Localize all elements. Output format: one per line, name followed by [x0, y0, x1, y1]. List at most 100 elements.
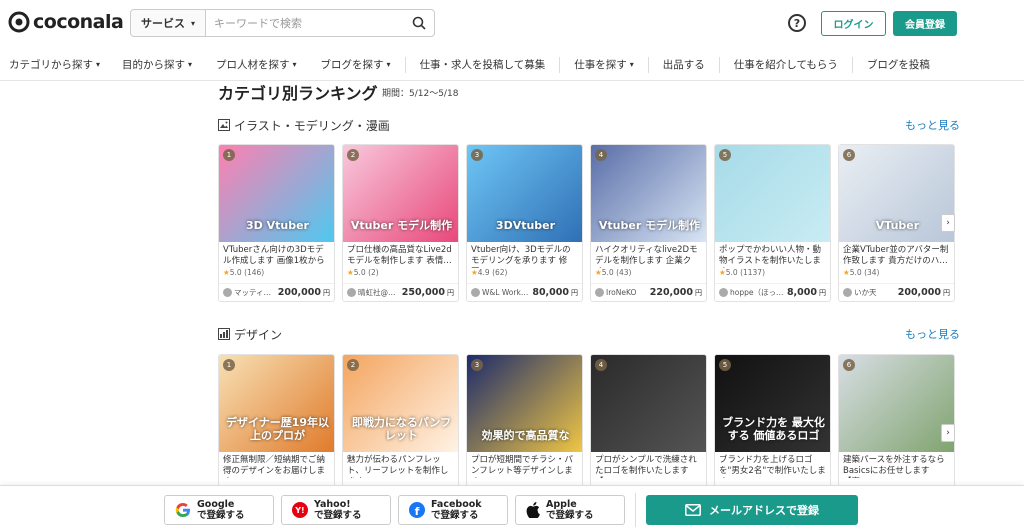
price-value: 200,000	[277, 287, 321, 298]
star-icon: ★	[347, 268, 354, 277]
provider-name: Google	[197, 499, 235, 510]
card-footer: マッティ… 200,000 円	[219, 283, 334, 301]
search-button[interactable]	[404, 10, 434, 36]
nav-item-blog[interactable]: ブログを探す ▾	[321, 49, 391, 80]
rank-badge: 1	[223, 149, 235, 161]
service-thumbnail[interactable]: 6 VTuber	[839, 145, 954, 242]
service-card[interactable]: 5 ポップでかわいい人物・動物イラストを制作いたします…★5.0 (1137) ho…	[714, 144, 831, 302]
search-category-select[interactable]: サービス ▾	[131, 10, 206, 36]
card-footer: IroNeKO 220,000 円	[591, 283, 706, 301]
category-nav: カテゴリから探す ▾ 目的から探す ▾ プロ人材を探す ▾ ブログを探す ▾ 仕事・求人…	[0, 49, 1024, 81]
seller[interactable]: いか天	[843, 287, 898, 298]
provider-name: Apple	[546, 499, 577, 510]
google-icon	[175, 503, 190, 518]
avatar	[843, 288, 852, 297]
service-title[interactable]: 修正無制限／短納期でご納得のデザインをお届けします…	[219, 452, 334, 478]
rating-value: 5.0	[229, 268, 242, 277]
search-icon	[412, 16, 426, 30]
mail-icon	[685, 504, 701, 516]
seller[interactable]: マッティ…	[223, 287, 278, 298]
service-thumbnail[interactable]: 5	[715, 145, 830, 242]
service-title[interactable]: VTuberさん向けの3Dモデル作成します 画像1枚からで…	[219, 242, 334, 268]
more-link[interactable]: もっと見る	[905, 117, 960, 133]
service-title[interactable]: 企業VTuber並のアバター制作致します 貴方だけのハ…	[839, 242, 954, 268]
service-thumbnail[interactable]: 2 Vtuber モデル制作	[343, 145, 458, 242]
price: 250,000 円	[402, 287, 454, 298]
nav-label: プロ人材を探す	[216, 59, 290, 71]
star-icon: ★	[223, 268, 230, 277]
seller[interactable]: IroNeKO	[595, 288, 650, 297]
more-link[interactable]: もっと見る	[905, 326, 960, 342]
service-thumbnail[interactable]: 2 即戦力になるパンフレット	[343, 355, 458, 452]
nav-item-pro[interactable]: プロ人材を探す ▾	[216, 49, 297, 80]
seller-name: いか天	[854, 288, 877, 297]
rating: ★5.0 (43)	[591, 268, 706, 279]
service-title[interactable]: プロ仕様の高品質なLive2dモデルを制作します 表情…	[343, 242, 458, 268]
service-thumbnail[interactable]: 1 デザイナー歴19年以上のプロが	[219, 355, 334, 452]
thumbnail-caption: Vtuber モデル制作	[350, 219, 453, 232]
service-title[interactable]: プロが短期間でチラシ・パンフレット等デザインします…	[467, 452, 582, 478]
seller-name: IroNeKO	[606, 288, 637, 297]
nav-item-post-blog[interactable]: ブログを投稿	[867, 49, 930, 80]
help-icon[interactable]: ?	[788, 14, 806, 32]
page-title: カテゴリ別ランキング	[218, 84, 378, 103]
service-title[interactable]: Vtuber向け、3Dモデルの モデリングを承ります 修正…	[467, 242, 582, 268]
seller[interactable]: hoppe（ほっ…	[719, 287, 787, 298]
seller[interactable]: 晴虹社@…	[347, 287, 402, 298]
price: 80,000 円	[532, 287, 578, 298]
nav-item-sell[interactable]: 出品する	[663, 49, 705, 80]
coconala-logo[interactable]: coconala	[8, 11, 124, 33]
provider-action: で登録する	[197, 510, 245, 521]
service-title[interactable]: 魅力が伝わるパンフレット、リーフレットを制作します…	[343, 452, 458, 478]
service-thumbnail[interactable]: 6	[839, 355, 954, 452]
rank-badge: 5	[719, 359, 731, 371]
section-title: イラスト・モデリング・漫画	[218, 117, 390, 134]
service-thumbnail[interactable]: 4	[591, 355, 706, 452]
nav-label: 仕事を紹介してもらう	[733, 59, 838, 71]
provider-name: Yahoo!	[314, 499, 351, 510]
service-thumbnail[interactable]: 4 Vtuber モデル制作	[591, 145, 706, 242]
seller[interactable]: W&L Work…	[471, 288, 532, 297]
rating: ★4.9 (62)	[467, 268, 582, 279]
nav-item-find-job[interactable]: 仕事を探す ▾	[574, 49, 634, 80]
register-button[interactable]: 会員登録	[893, 11, 957, 36]
service-title[interactable]: ハイクオリティなlive2Dモデルを制作します 企業クオ…	[591, 242, 706, 268]
service-title[interactable]: ポップでかわいい人物・動物イラストを制作いたします…	[715, 242, 830, 268]
service-thumbnail[interactable]: 1 3D Vtuber	[219, 145, 334, 242]
nav-item-category[interactable]: カテゴリから探す ▾	[9, 49, 100, 80]
email-signup-button[interactable]: メールアドレスで登録	[646, 495, 858, 525]
service-title[interactable]: プロがシンプルで洗練されたロゴを制作いたします【…	[591, 452, 706, 478]
service-title[interactable]: ブランド力を上げるロゴを"男女2名"で制作いたします…	[715, 452, 830, 478]
nav-item-referral[interactable]: 仕事を紹介してもらう	[734, 49, 838, 80]
avatar	[595, 288, 604, 297]
login-button[interactable]: ログイン	[821, 11, 886, 36]
section-label: イラスト・モデリング・漫画	[234, 118, 390, 133]
service-card[interactable]: 4 Vtuber モデル制作 ハイクオリティなlive2Dモデルを制作します 企業ク…	[590, 144, 707, 302]
yahoo-signup-button[interactable]: Y! Yahoo! で登録する	[281, 495, 391, 525]
apple-signup-button[interactable]: Apple で登録する	[515, 495, 625, 525]
service-card[interactable]: 6 VTuber 企業VTuber並のアバター制作致します 貴方だけのハ… ★5.0 …	[838, 144, 955, 302]
nav-item-purpose[interactable]: 目的から探す ▾	[122, 49, 192, 80]
service-thumbnail[interactable]: 3 効果的で高品質な	[467, 355, 582, 452]
rating: ★5.0 (1137)	[715, 268, 830, 279]
yahoo-signup-label: Yahoo! で登録する	[314, 499, 362, 521]
carousel-next-button[interactable]: ›	[941, 424, 955, 442]
review-count: (2)	[368, 268, 379, 277]
service-title[interactable]: 建築パースを外注するならBasicsにお任せします【高…	[839, 452, 954, 478]
service-thumbnail[interactable]: 3 3DVtuber	[467, 145, 582, 242]
facebook-signup-button[interactable]: f Facebook で登録する	[398, 495, 508, 525]
service-card[interactable]: 2 Vtuber モデル制作 プロ仕様の高品質なLive2dモデルを制作します 表情…	[342, 144, 459, 302]
nav-item-post-job[interactable]: 仕事・求人を投稿して募集	[420, 49, 546, 80]
carousel-next-button[interactable]: ›	[941, 214, 955, 232]
service-card[interactable]: 3 3DVtuber Vtuber向け、3Dモデルの モデリングを承ります 修正…★…	[466, 144, 583, 302]
service-card[interactable]: 1 3D Vtuber VTuberさん向けの3Dモデル作成します 画像1枚からで……	[218, 144, 335, 302]
review-count: (146)	[244, 268, 265, 277]
search-input[interactable]: キーワードで検索	[206, 10, 404, 36]
star-icon: ★	[595, 268, 602, 277]
service-thumbnail[interactable]: 5 ブランド力を 最大化する 価値あるロゴ	[715, 355, 830, 452]
thumbnail-caption: 3D Vtuber	[246, 219, 309, 232]
card-footer: hoppe（ほっ… 8,000 円	[715, 283, 830, 301]
price-value: 8,000	[786, 287, 817, 298]
price-value: 220,000	[649, 287, 693, 298]
google-signup-button[interactable]: Google で登録する	[164, 495, 274, 525]
